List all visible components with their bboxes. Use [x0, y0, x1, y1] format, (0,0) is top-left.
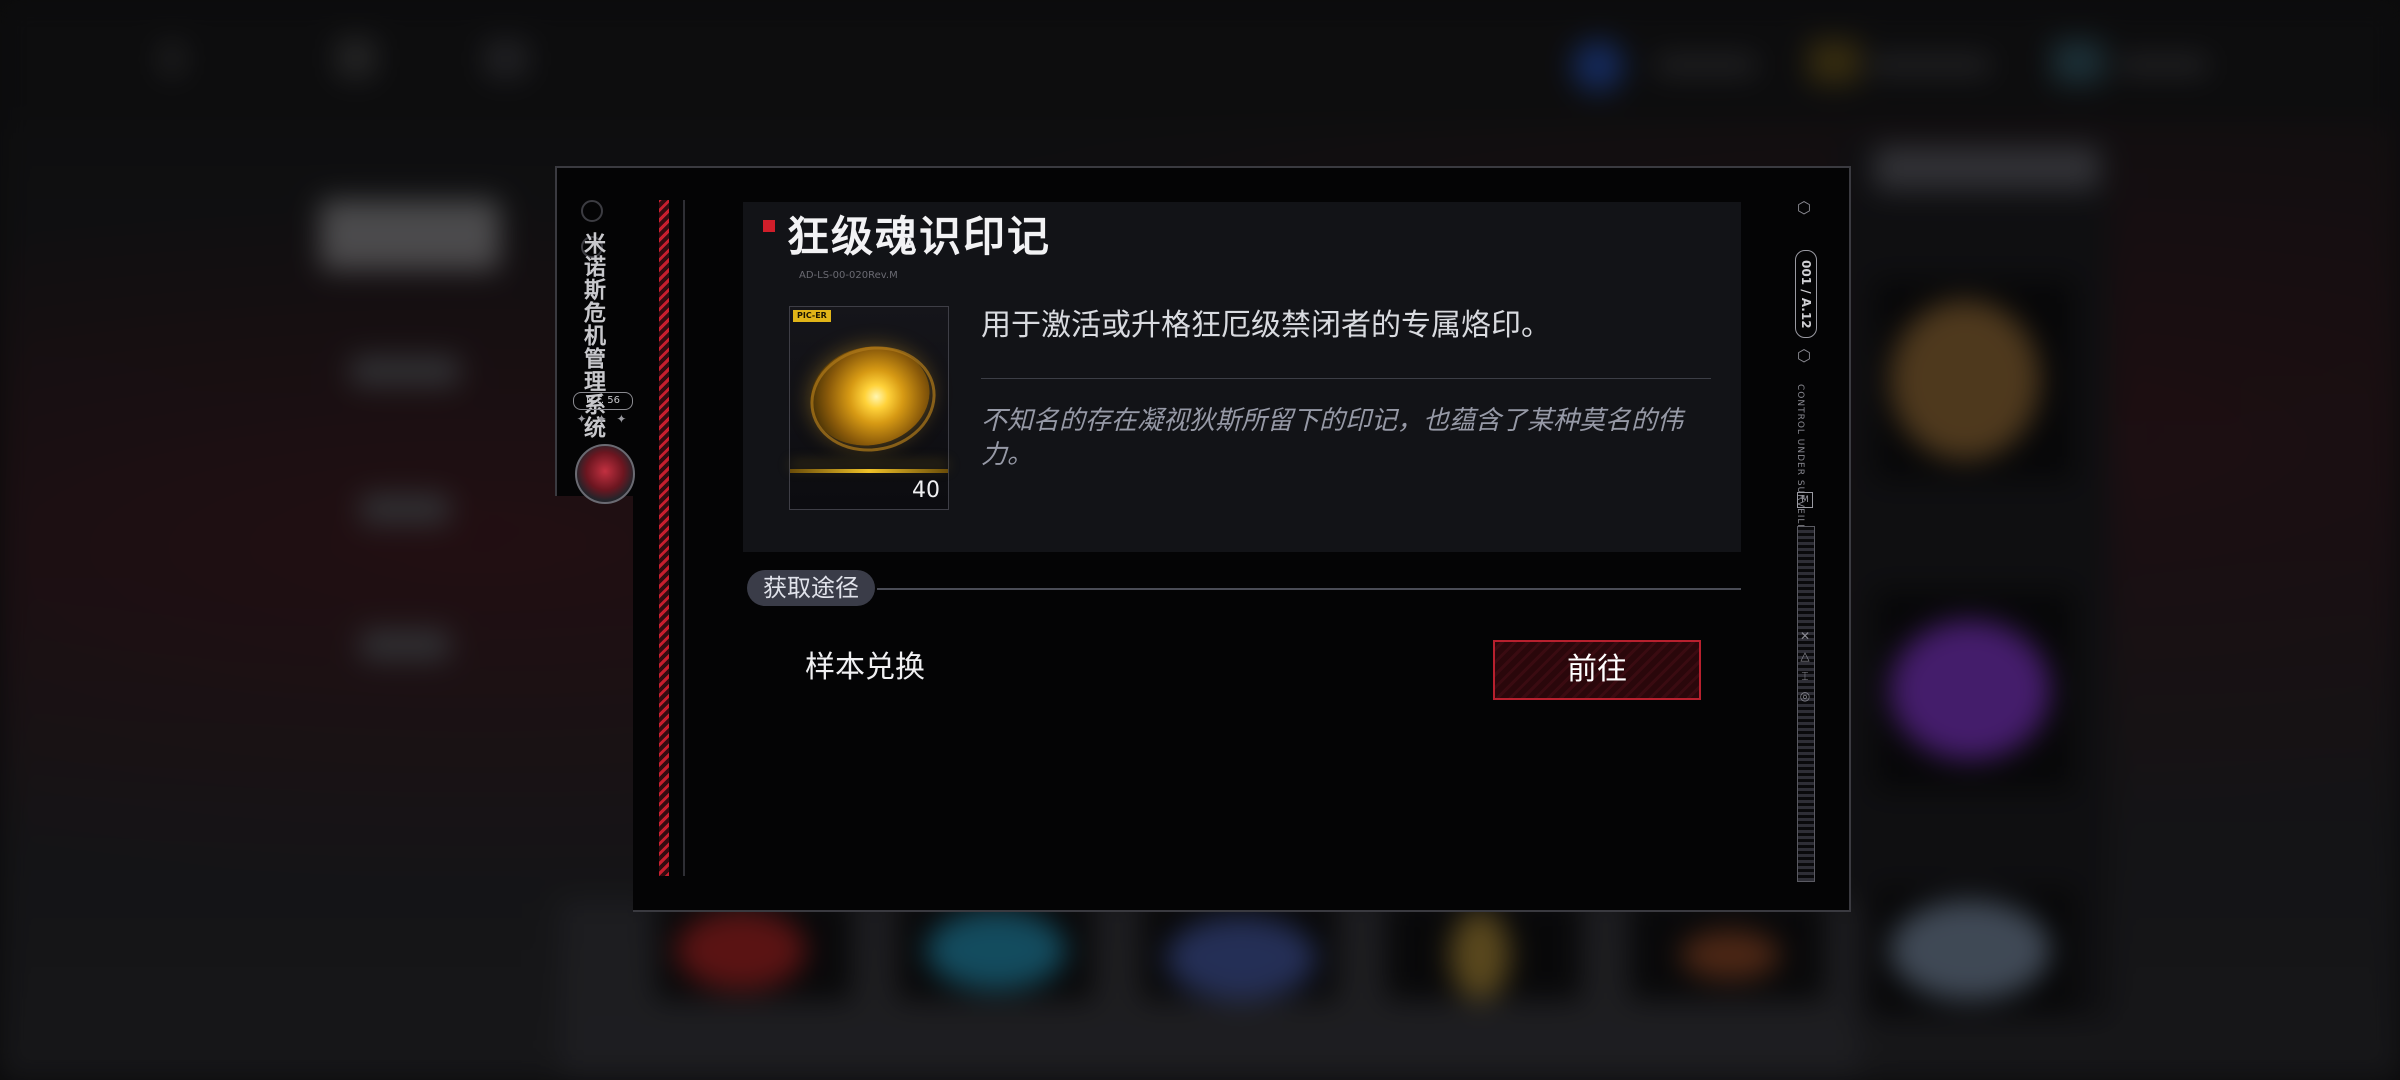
- item-detail-modal: 米诺斯危机管理系统 N.F. 56 ✦ ✦ ✦ 狂级魂识印记 AD-LS-00-…: [555, 166, 1851, 912]
- item-count: 40: [912, 478, 940, 503]
- acquisition-label: 获取途径: [747, 570, 875, 606]
- acquisition-source: 样本兑换: [805, 650, 925, 685]
- emblem-icon: [575, 444, 635, 504]
- item-code: AD-LS-00-020Rev.M: [799, 270, 898, 281]
- square-icon: M: [1797, 492, 1813, 508]
- system-badge: 米诺斯危机管理系统 N.F. 56 ✦ ✦ ✦: [571, 200, 635, 504]
- divider: [683, 200, 685, 876]
- item-icon-frame: PIC-ER 40: [789, 306, 949, 510]
- rarity-bar: [790, 469, 948, 473]
- right-rail: ⬡ 001 / A.12 ⬡ CONTROL UNDER SURVEILLANC…: [1793, 198, 1817, 882]
- go-button[interactable]: 前往: [1493, 640, 1701, 700]
- rarity-tag: PIC-ER: [793, 310, 831, 322]
- ring-icon: [581, 200, 603, 222]
- divider: [981, 378, 1711, 379]
- badge-code: N.F. 56: [573, 392, 633, 410]
- hexagon-icon: ⬡: [1797, 198, 1811, 217]
- item-flavor-text: 不知名的存在凝视狄斯所留下的印记，也蕴含了某种莫名的伟力。: [981, 406, 1684, 470]
- accent-square-icon: [763, 220, 775, 232]
- hexagon-icon: ⬡: [1797, 346, 1811, 365]
- badge-stars: ✦ ✦ ✦: [576, 412, 630, 426]
- rail-icons: ✕ △ ⌶ ◎: [1799, 629, 1811, 703]
- item-description: 用于激活或升格狂厄级禁闭者的专属烙印。: [981, 308, 1551, 343]
- hazard-stripe: [659, 200, 669, 876]
- divider: [877, 588, 1741, 590]
- item-name: 狂级魂识印记: [787, 212, 1052, 261]
- rail-code: 001 / A.12: [1795, 250, 1817, 338]
